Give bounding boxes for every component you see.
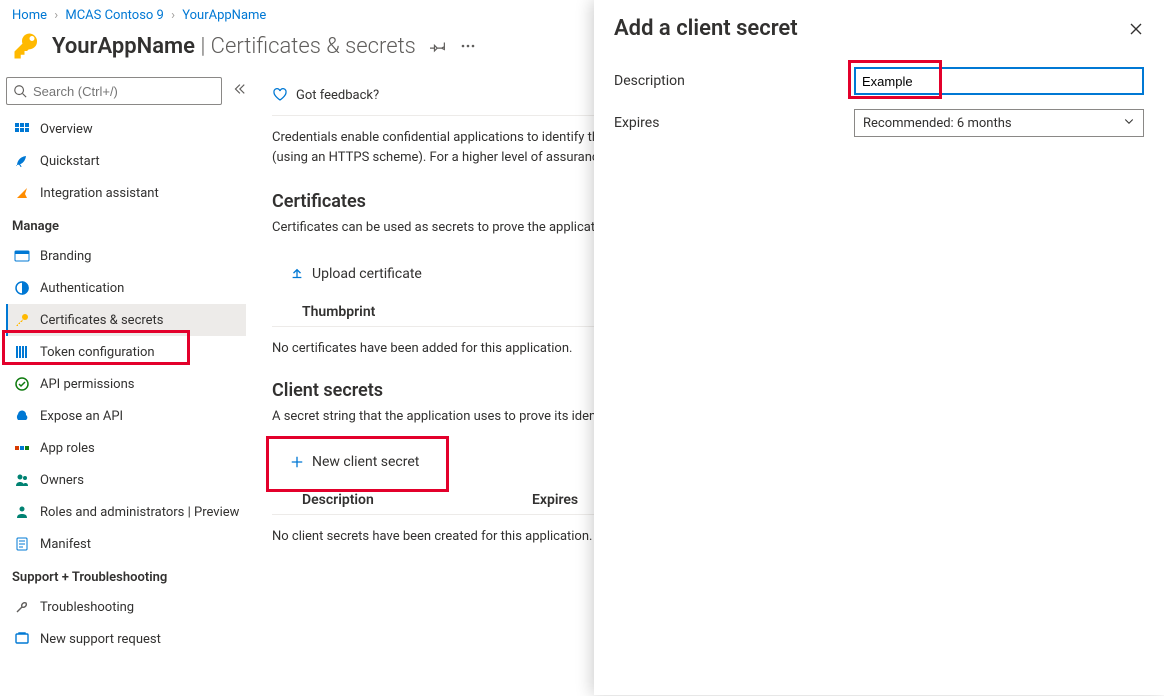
search-input[interactable] xyxy=(33,84,215,99)
sidebar-item-label: API permissions xyxy=(40,377,135,392)
breadcrumb-app[interactable]: YourAppName xyxy=(182,8,266,23)
quickstart-icon xyxy=(14,153,30,169)
sidebar-item-authentication[interactable]: Authentication xyxy=(6,272,246,304)
close-icon[interactable] xyxy=(1128,21,1144,37)
sidebar-item-label: Overview xyxy=(40,122,93,137)
description-input[interactable] xyxy=(854,67,1144,95)
search-icon xyxy=(13,84,27,98)
sidebar-item-label: New support request xyxy=(40,632,161,647)
search-box[interactable] xyxy=(6,77,222,105)
plus-icon xyxy=(290,455,304,469)
sidebar-item-token-configuration[interactable]: Token configuration xyxy=(6,336,246,368)
sidebar-item-label: Expose an API xyxy=(40,409,123,424)
expires-select[interactable]: Recommended: 6 months xyxy=(854,109,1144,137)
sidebar-item-new-support-request[interactable]: New support request xyxy=(6,623,246,655)
sidebar-item-quickstart[interactable]: Quickstart xyxy=(6,145,246,177)
sidebar-group-manage: Manage xyxy=(6,209,246,240)
sidebar-item-label: Integration assistant xyxy=(40,186,159,201)
sidebar-item-label: Authentication xyxy=(40,281,124,296)
sidebar-item-overview[interactable]: Overview xyxy=(6,113,246,145)
add-client-secret-panel: Add a client secret Description Expires … xyxy=(594,0,1164,695)
sidebar-item-roles-administrators[interactable]: Roles and administrators | Preview xyxy=(6,496,246,528)
upload-certificate-button[interactable]: Upload certificate xyxy=(282,260,430,288)
sidebar-item-label: Owners xyxy=(40,473,84,488)
owners-icon xyxy=(14,472,30,488)
sidebar-item-integration[interactable]: Integration assistant xyxy=(6,177,246,209)
sidebar-item-manifest[interactable]: Manifest xyxy=(6,528,246,560)
token-icon xyxy=(14,344,30,360)
sidebar-item-troubleshooting[interactable]: Troubleshooting xyxy=(6,591,246,623)
sidebar-item-label: Manifest xyxy=(40,537,91,552)
support-request-icon xyxy=(14,631,30,647)
more-icon[interactable] xyxy=(460,38,476,54)
sidebar-item-expose-api[interactable]: Expose an API xyxy=(6,400,246,432)
key-icon xyxy=(12,31,42,61)
new-client-secret-button[interactable]: New client secret xyxy=(282,448,427,476)
breadcrumb-tenant[interactable]: MCAS Contoso 9 xyxy=(65,8,163,23)
expires-label: Expires xyxy=(614,115,854,131)
sidebar-item-label: Troubleshooting xyxy=(40,600,134,615)
sidebar-item-branding[interactable]: Branding xyxy=(6,240,246,272)
breadcrumb-sep: › xyxy=(54,8,58,23)
manifest-icon xyxy=(14,536,30,552)
form-row-description: Description xyxy=(614,67,1144,95)
app-roles-icon xyxy=(14,440,30,456)
overview-icon xyxy=(14,121,30,137)
sidebar-item-app-roles[interactable]: App roles xyxy=(6,432,246,464)
key-icon xyxy=(14,312,30,328)
api-permissions-icon xyxy=(14,376,30,392)
breadcrumb-home[interactable]: Home xyxy=(12,8,47,23)
page-title: YourAppName | Certificates & secrets xyxy=(52,34,416,59)
roles-admins-icon xyxy=(14,504,30,520)
heart-icon xyxy=(272,87,288,103)
sidebar-group-support: Support + Troubleshooting xyxy=(6,560,246,591)
sidebar-item-label: Token configuration xyxy=(40,345,155,360)
collapse-sidebar-icon[interactable] xyxy=(232,82,246,100)
panel-title: Add a client secret xyxy=(614,16,798,41)
sidebar-item-label: Roles and administrators | Preview xyxy=(40,505,239,520)
sidebar-item-label: Branding xyxy=(40,249,91,264)
integration-icon xyxy=(14,185,30,201)
sidebar-item-owners[interactable]: Owners xyxy=(6,464,246,496)
sidebar-item-label: App roles xyxy=(40,441,95,456)
column-description: Description xyxy=(302,492,532,508)
sidebar-item-label: Quickstart xyxy=(40,154,100,169)
sidebar-item-label: Certificates & secrets xyxy=(40,313,164,328)
sidebar-item-certificates-secrets[interactable]: Certificates & secrets xyxy=(6,304,246,336)
breadcrumb-sep: › xyxy=(171,8,175,23)
expose-api-icon xyxy=(14,408,30,424)
authentication-icon xyxy=(14,280,30,296)
description-label: Description xyxy=(614,73,854,89)
form-row-expires: Expires Recommended: 6 months xyxy=(614,109,1144,137)
sidebar: Overview Quickstart Integration assistan… xyxy=(0,71,252,696)
branding-icon xyxy=(14,248,30,264)
upload-icon xyxy=(290,267,304,281)
sidebar-item-api-permissions[interactable]: API permissions xyxy=(6,368,246,400)
chevron-down-icon xyxy=(1123,115,1135,131)
expires-value: Recommended: 6 months xyxy=(863,116,1012,131)
column-expires: Expires xyxy=(532,492,578,508)
pin-icon[interactable] xyxy=(430,38,446,54)
troubleshooting-icon xyxy=(14,599,30,615)
